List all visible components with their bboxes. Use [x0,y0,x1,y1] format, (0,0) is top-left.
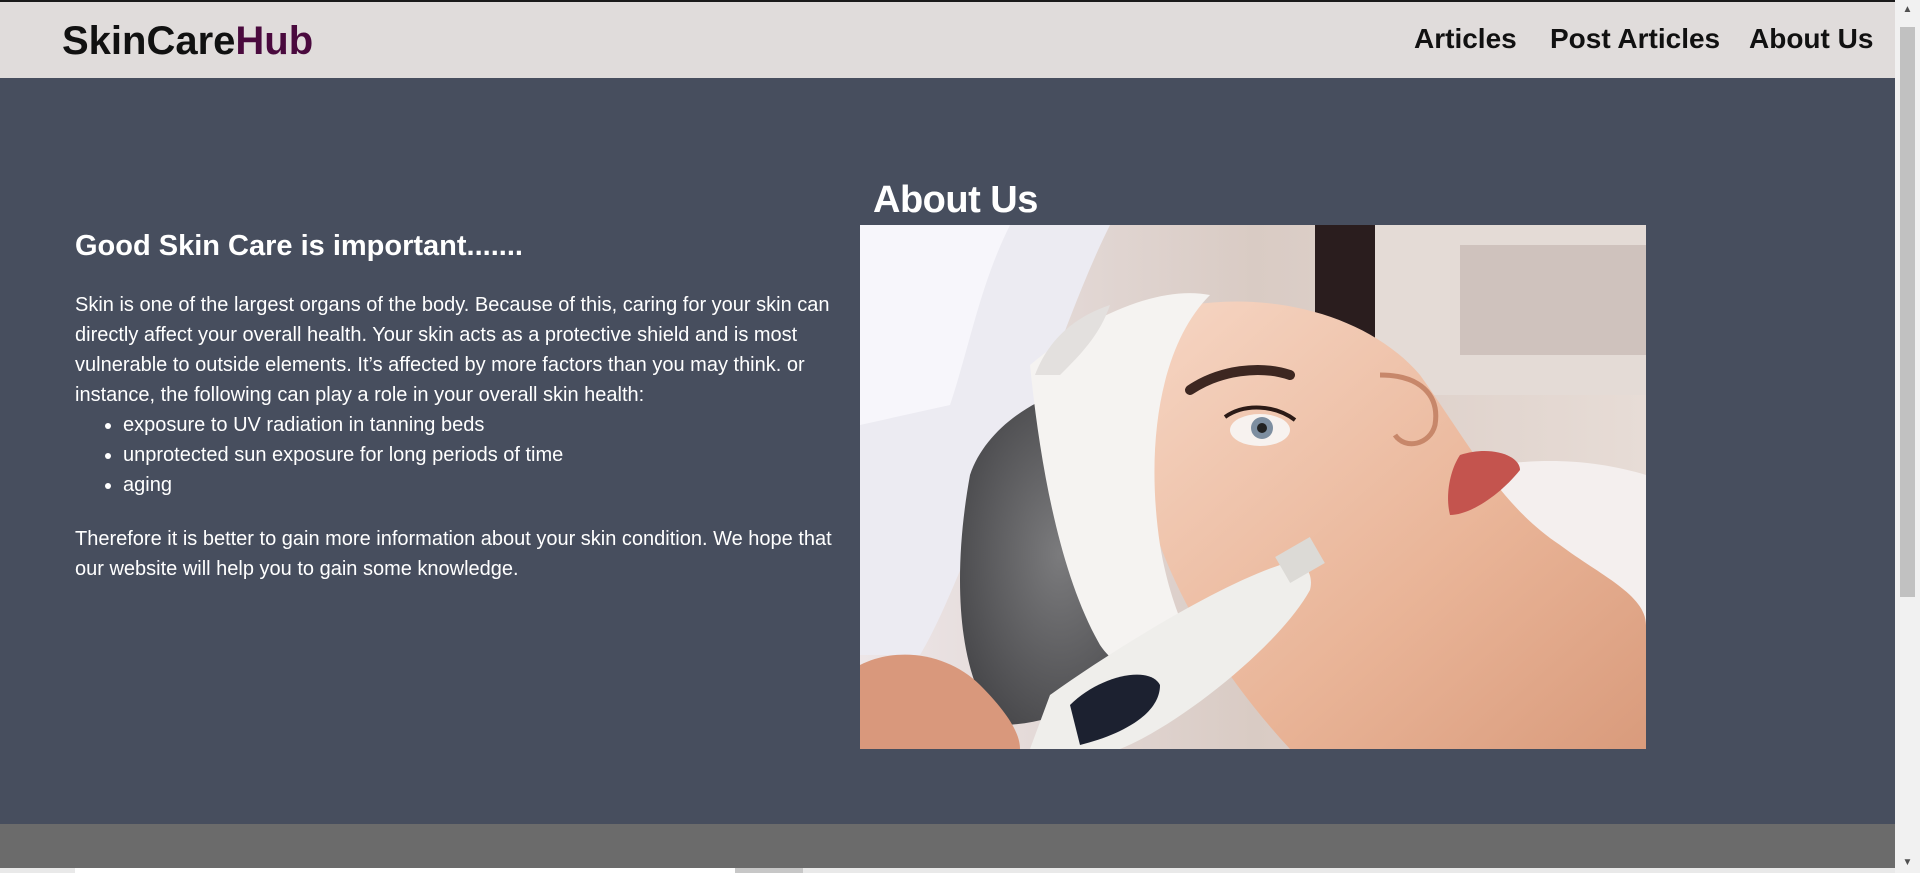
section-heading: Good Skin Care is important....... [75,230,523,262]
scroll-up-arrow-icon[interactable]: ▲ [1900,4,1915,16]
horizontal-scrollbar-segment [735,868,803,873]
navbar: SkinCareHub Articles Post Articles About… [0,2,1895,78]
brand-logo[interactable]: SkinCareHub [62,19,313,64]
about-text: Good Skin Care is important....... Skin … [75,228,845,584]
list-item: exposure to UV radiation in tanning beds [123,410,845,440]
vertical-scrollbar-thumb[interactable] [1900,27,1915,597]
intro-paragraph: Skin is one of the largest organs of the… [75,294,830,406]
nav-articles[interactable]: Articles [1414,23,1517,55]
skincare-photo [860,225,1646,749]
list-item: aging [123,470,845,500]
list-item: unprotected sun exposure for long period… [123,440,845,470]
closing-paragraph: Therefore it is better to gain more info… [75,528,832,580]
brand-name: SkinCare [62,19,236,63]
nav-post-articles[interactable]: Post Articles [1550,23,1720,55]
page-title: About Us [873,179,1038,222]
nav-about-us[interactable]: About Us [1749,23,1873,55]
factor-list: exposure to UV radiation in tanning beds… [75,410,845,500]
footer [0,824,1895,873]
horizontal-scrollbar-thumb[interactable] [75,868,735,873]
scroll-down-arrow-icon[interactable]: ▼ [1900,857,1915,869]
about-section: About Us Good Skin Care is important....… [0,78,1895,824]
brand-accent: Hub [235,19,314,63]
